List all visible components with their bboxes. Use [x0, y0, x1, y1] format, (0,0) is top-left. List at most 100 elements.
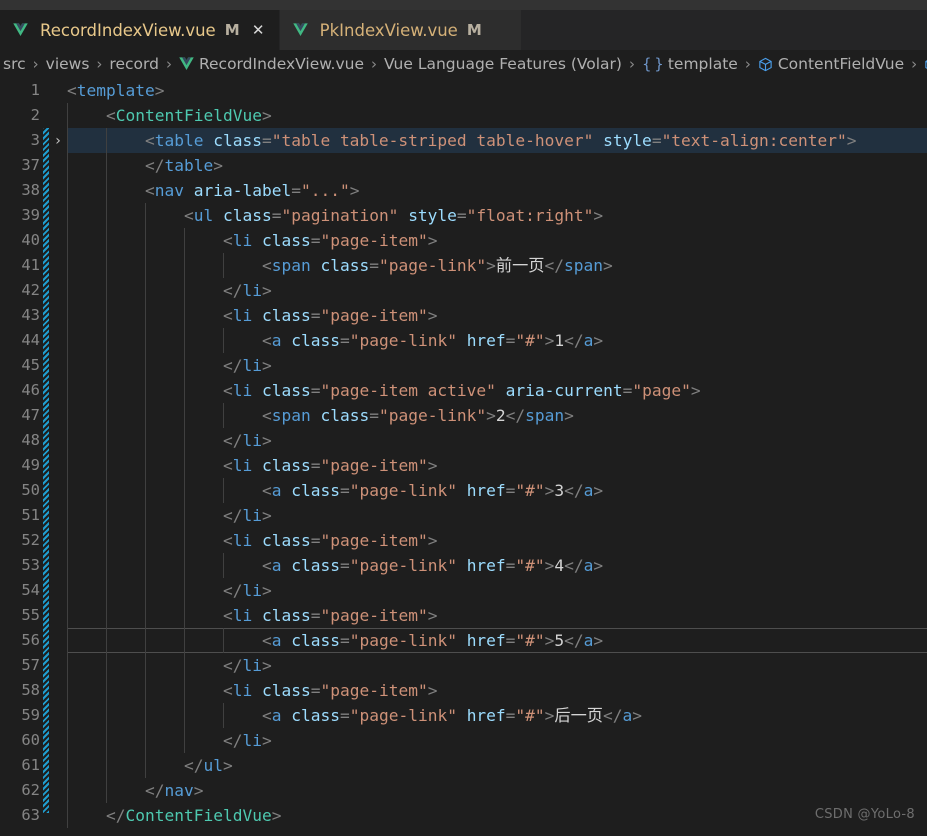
- indent-guide: [106, 178, 107, 203]
- line-number: 56: [21, 631, 40, 649]
- indent-guide: [106, 428, 107, 453]
- code-line[interactable]: 48 </li>: [0, 428, 927, 453]
- code-line[interactable]: 55 <li class="page-item">: [0, 603, 927, 628]
- indent-guide: [184, 503, 185, 528]
- code-line[interactable]: 57 </li>: [0, 653, 927, 678]
- line-number: 49: [21, 456, 40, 474]
- line-number: 46: [21, 381, 40, 399]
- breadcrumb-item-2[interactable]: views: [46, 55, 90, 73]
- indent-guide: [145, 678, 146, 703]
- breadcrumb-item-4[interactable]: RecordIndexView.vue: [179, 55, 364, 73]
- indent-guide: [106, 578, 107, 603]
- code-line[interactable]: 38 <nav aria-label="...">: [0, 178, 927, 203]
- indent-guide: [145, 728, 146, 753]
- code-line[interactable]: 51 </li>: [0, 503, 927, 528]
- code-line[interactable]: 52 <li class="page-item">: [0, 528, 927, 553]
- indent-guide: [145, 253, 146, 278]
- breadcrumb-item-6[interactable]: { } template: [642, 55, 738, 73]
- code-line[interactable]: 42 </li>: [0, 278, 927, 303]
- code-line[interactable]: 1 <template>: [0, 78, 927, 103]
- code-token: 前一页: [495, 256, 545, 275]
- code-token: "page-item": [320, 681, 428, 700]
- code-token: <: [67, 81, 77, 100]
- line-number: 47: [21, 406, 40, 424]
- indent-guide: [67, 453, 68, 478]
- code-line[interactable]: 53 <a class="page-link" href="#">4</a>: [0, 553, 927, 578]
- indent-guide: [184, 453, 185, 478]
- indent-guide: [145, 478, 146, 503]
- code-token: </: [223, 656, 243, 675]
- code-token: aria-current: [505, 381, 623, 400]
- line-number: 60: [21, 731, 40, 749]
- code-token: >: [593, 481, 604, 500]
- code-editor[interactable]: 1 <template> 2 <ContentFieldVue> 3 › <table cl…: [0, 78, 927, 836]
- code-token: 3: [554, 481, 565, 500]
- code-text: <a class="page-link" href="#">1</a>: [262, 328, 603, 353]
- breadcrumb-item-5[interactable]: Vue Language Features (Volar): [384, 55, 622, 73]
- code-line[interactable]: 60 </li>: [0, 728, 927, 753]
- code-token: href: [466, 631, 506, 650]
- code-token: >: [544, 331, 555, 350]
- indent-guide: [106, 678, 107, 703]
- indent-guide: [67, 353, 68, 378]
- code-token: =: [261, 131, 272, 150]
- code-line[interactable]: 47 <span class="page-link">2</span>: [0, 403, 927, 428]
- tab-close-icon[interactable]: ✕: [250, 22, 267, 39]
- code-line[interactable]: 63 </ContentFieldVue>: [0, 803, 927, 828]
- line-number: 61: [21, 756, 40, 774]
- code-line[interactable]: 59 <a class="page-link" href="#">后一页</a>: [0, 703, 927, 728]
- editor-tab-bar: RecordIndexView.vue M ✕ PkIndexView.vue M ✕: [0, 10, 927, 50]
- fold-chevron-icon[interactable]: ›: [50, 128, 66, 153]
- editor-tab-2[interactable]: PkIndexView.vueM✕: [279, 10, 522, 50]
- code-line[interactable]: 50 <a class="page-link" href="#">3</a>: [0, 478, 927, 503]
- code-token: >: [846, 131, 857, 150]
- code-line[interactable]: 58 <li class="page-item">: [0, 678, 927, 703]
- indent-guide: [145, 228, 146, 253]
- code-line[interactable]: 62 </nav>: [0, 778, 927, 803]
- code-line[interactable]: 56 <a class="page-link" href="#">5</a>: [0, 628, 927, 653]
- indent-guide: [106, 128, 107, 153]
- code-line[interactable]: 43 <li class="page-item">: [0, 303, 927, 328]
- code-line[interactable]: 39 <ul class="pagination" style="float:ri…: [0, 203, 927, 228]
- code-line[interactable]: 45 </li>: [0, 353, 927, 378]
- breadcrumb-item-1[interactable]: src: [3, 55, 26, 73]
- breadcrumb-item-7[interactable]: ContentFieldVue: [758, 55, 904, 73]
- code-token: "page-item": [320, 606, 428, 625]
- code-token: 5: [554, 631, 565, 650]
- editor-tab-1[interactable]: RecordIndexView.vue M ✕: [0, 10, 280, 50]
- code-token: <: [262, 406, 272, 425]
- code-line[interactable]: 3 › <table class="table table-striped tabl…: [0, 128, 927, 153]
- code-token: </: [223, 731, 243, 750]
- code-line[interactable]: 41 <span class="page-link">前一页</span>: [0, 253, 927, 278]
- code-token: li: [232, 306, 253, 325]
- code-token: "#": [515, 631, 545, 650]
- code-text: <li class="page-item">: [223, 528, 437, 553]
- code-line[interactable]: 54 </li>: [0, 578, 927, 603]
- code-token: class: [291, 631, 340, 650]
- code-token: class: [262, 681, 311, 700]
- code-line[interactable]: 46 <li class = "page-item active" aria-curr…: [0, 378, 927, 403]
- code-token: <: [223, 306, 233, 325]
- code-token: </: [184, 756, 204, 775]
- indent-guide: [106, 603, 107, 628]
- code-token: nav: [154, 181, 184, 200]
- code-token: ContentFieldVue: [125, 806, 272, 825]
- code-line[interactable]: 40 <li class="page-item">: [0, 228, 927, 253]
- code-line[interactable]: 37 </table>: [0, 153, 927, 178]
- code-text: <a class="page-link" href="#">5</a>: [262, 628, 603, 653]
- braces-icon: { }: [641, 55, 664, 73]
- code-token: table: [164, 156, 214, 175]
- code-token: class: [213, 131, 262, 150]
- code-token: =: [291, 181, 301, 200]
- code-line[interactable]: 44 <a class="page-link" href="#">1</a>: [0, 328, 927, 353]
- code-line[interactable]: 49 <li class="page-item">: [0, 453, 927, 478]
- code-line[interactable]: 61 </ul>: [0, 753, 927, 778]
- breadcrumb-label: record: [109, 55, 159, 73]
- code-text: <li class = "page-item active" aria-curren…: [223, 378, 701, 403]
- indent-guide: [223, 328, 224, 353]
- code-token: href: [466, 331, 506, 350]
- code-line[interactable]: 2 <ContentFieldVue>: [0, 103, 927, 128]
- breadcrumb-item-3[interactable]: record: [109, 55, 159, 73]
